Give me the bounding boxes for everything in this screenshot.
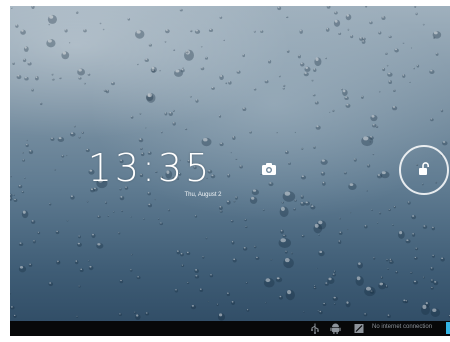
raindrop-wallpaper xyxy=(10,6,450,321)
unlock-icon xyxy=(419,162,429,175)
signal-indicator xyxy=(446,322,450,334)
lock-clock: 13:35 xyxy=(87,146,213,190)
connection-status-text: No internet connection xyxy=(372,324,433,330)
lock-screen: 13:35 Thu, August 2 No internet connecti… xyxy=(10,6,450,336)
android-icon xyxy=(330,323,341,334)
system-bar: No internet connection xyxy=(10,321,450,336)
lock-date: Thu, August 2 xyxy=(184,192,222,198)
usb-icon xyxy=(311,323,319,334)
notification-icon xyxy=(354,324,364,333)
camera-icon[interactable] xyxy=(261,162,277,176)
